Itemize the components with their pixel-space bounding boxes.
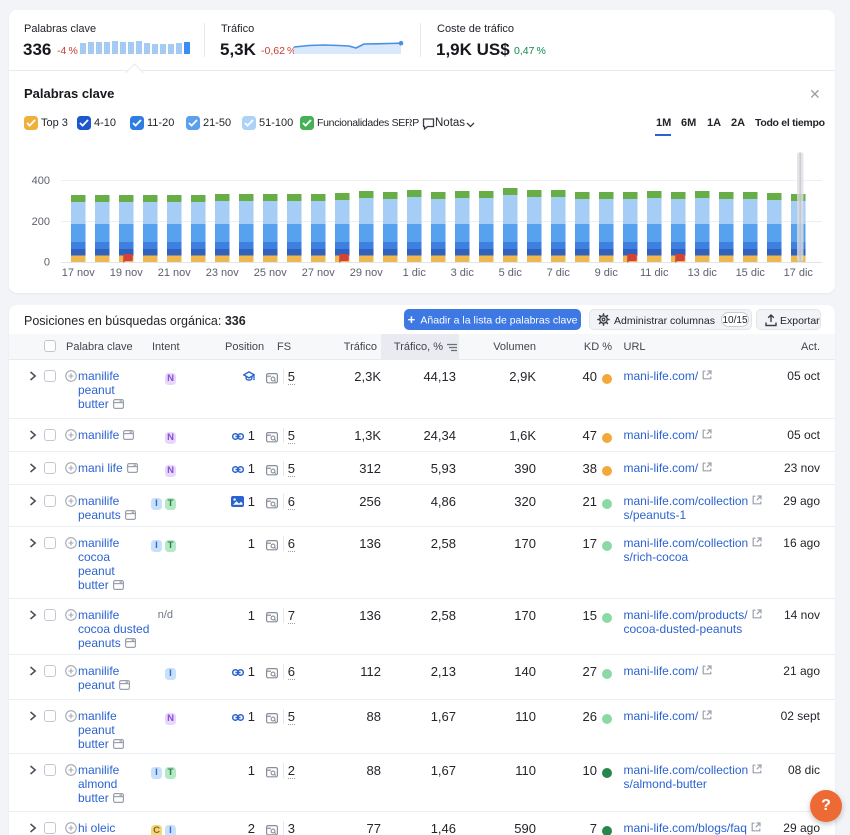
svg-text:29 nov: 29 nov xyxy=(350,267,384,279)
svg-text:11 dic: 11 dic xyxy=(640,267,669,279)
svg-text:200: 200 xyxy=(32,216,50,228)
svg-text:0: 0 xyxy=(44,257,50,269)
svg-text:15 dic: 15 dic xyxy=(736,267,766,279)
svg-text:400: 400 xyxy=(32,175,50,187)
svg-text:17 dic: 17 dic xyxy=(784,267,814,279)
svg-text:17 nov: 17 nov xyxy=(62,267,96,279)
svg-text:21 nov: 21 nov xyxy=(158,267,192,279)
svg-text:19 nov: 19 nov xyxy=(110,267,144,279)
svg-text:3 dic: 3 dic xyxy=(451,267,475,279)
svg-text:27 nov: 27 nov xyxy=(302,267,336,279)
svg-text:7 dic: 7 dic xyxy=(547,267,571,279)
svg-text:1 dic: 1 dic xyxy=(403,267,427,279)
svg-text:25 nov: 25 nov xyxy=(254,267,288,279)
svg-text:13 dic: 13 dic xyxy=(688,267,718,279)
svg-text:5 dic: 5 dic xyxy=(499,267,523,279)
svg-text:23 nov: 23 nov xyxy=(206,267,240,279)
svg-text:9 dic: 9 dic xyxy=(595,267,619,279)
